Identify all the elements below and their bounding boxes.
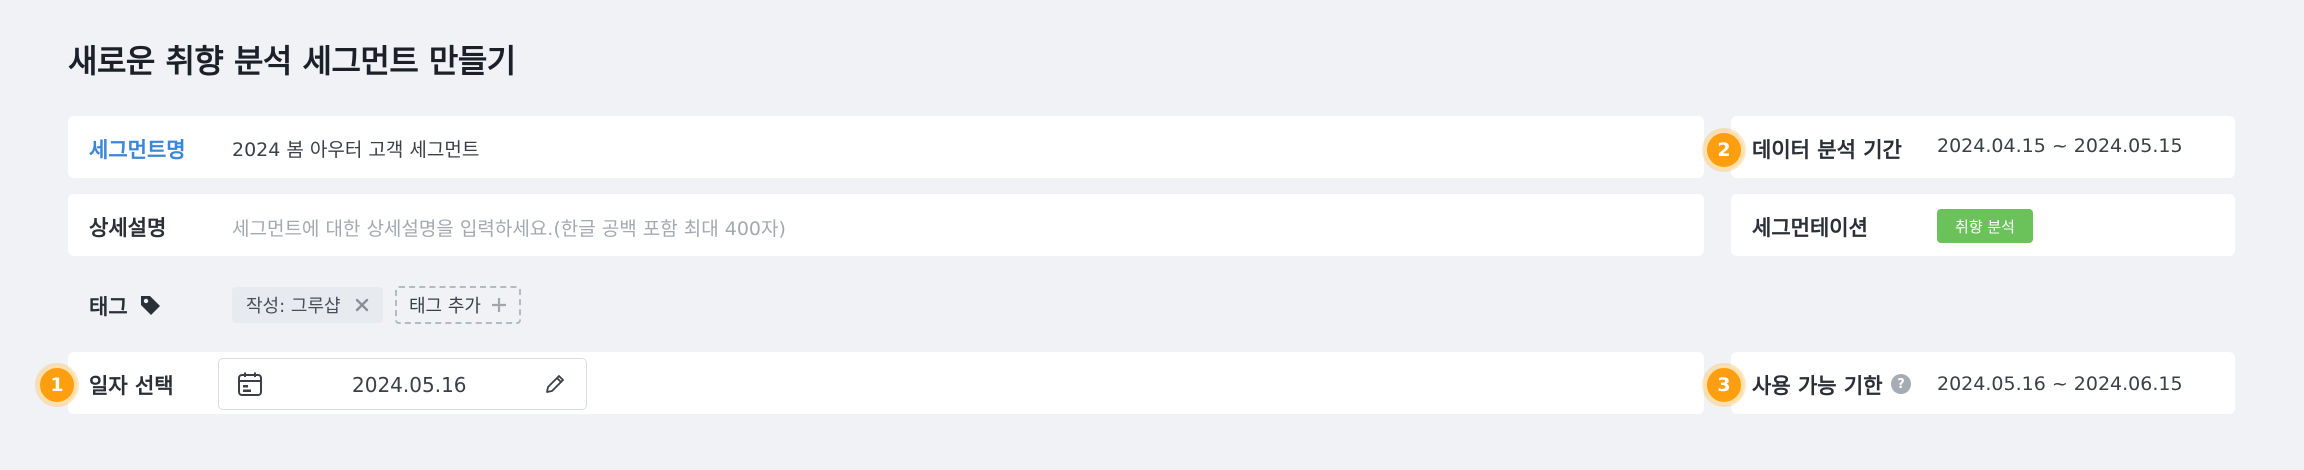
add-tag-label: 태그 추가 [409, 296, 481, 317]
step-3-badge: 3 [1704, 365, 1744, 405]
analysis-period-label: 데이터 분석 기간 [1752, 138, 1902, 162]
step-2-badge: 2 [1704, 130, 1744, 170]
availability-value: 2024.05.16 ~ 2024.06.15 [1937, 373, 2183, 395]
availability-label: 사용 가능 기한 [1752, 374, 1883, 398]
description-label: 상세설명 [89, 216, 167, 240]
page-title: 새로운 취향 분석 세그먼트 만들기 [68, 42, 516, 80]
segment-name-input[interactable]: 2024 봄 아우터 고객 세그먼트 [232, 135, 479, 162]
tag-chip-label: 작성: 그루샵 [246, 296, 341, 317]
step-1-badge: 1 [37, 365, 77, 405]
date-value: 2024.05.16 [352, 373, 467, 397]
date-select-label: 일자 선택 [89, 374, 174, 398]
pencil-icon[interactable] [543, 372, 567, 396]
segmentation-label: 세그먼테이션 [1752, 216, 1868, 240]
question-icon[interactable]: ? [1891, 374, 1911, 394]
description-input[interactable]: 세그먼트에 대한 상세설명을 입력하세요.(한글 공백 포함 최대 400자) [232, 214, 786, 241]
add-tag-button[interactable]: 태그 추가 [395, 286, 521, 324]
close-icon[interactable] [355, 298, 369, 312]
preference-analysis-badge: 취향 분석 [1937, 209, 2033, 243]
tag-chip: 작성: 그루샵 [232, 287, 383, 323]
tag-icon [138, 293, 162, 317]
segment-name-label: 세그먼트명 [89, 138, 186, 162]
analysis-period-value: 2024.04.15 ~ 2024.05.15 [1937, 135, 2183, 157]
calendar-icon[interactable] [237, 371, 263, 397]
plus-icon [491, 297, 507, 313]
tags-label: 태그 [89, 295, 128, 319]
